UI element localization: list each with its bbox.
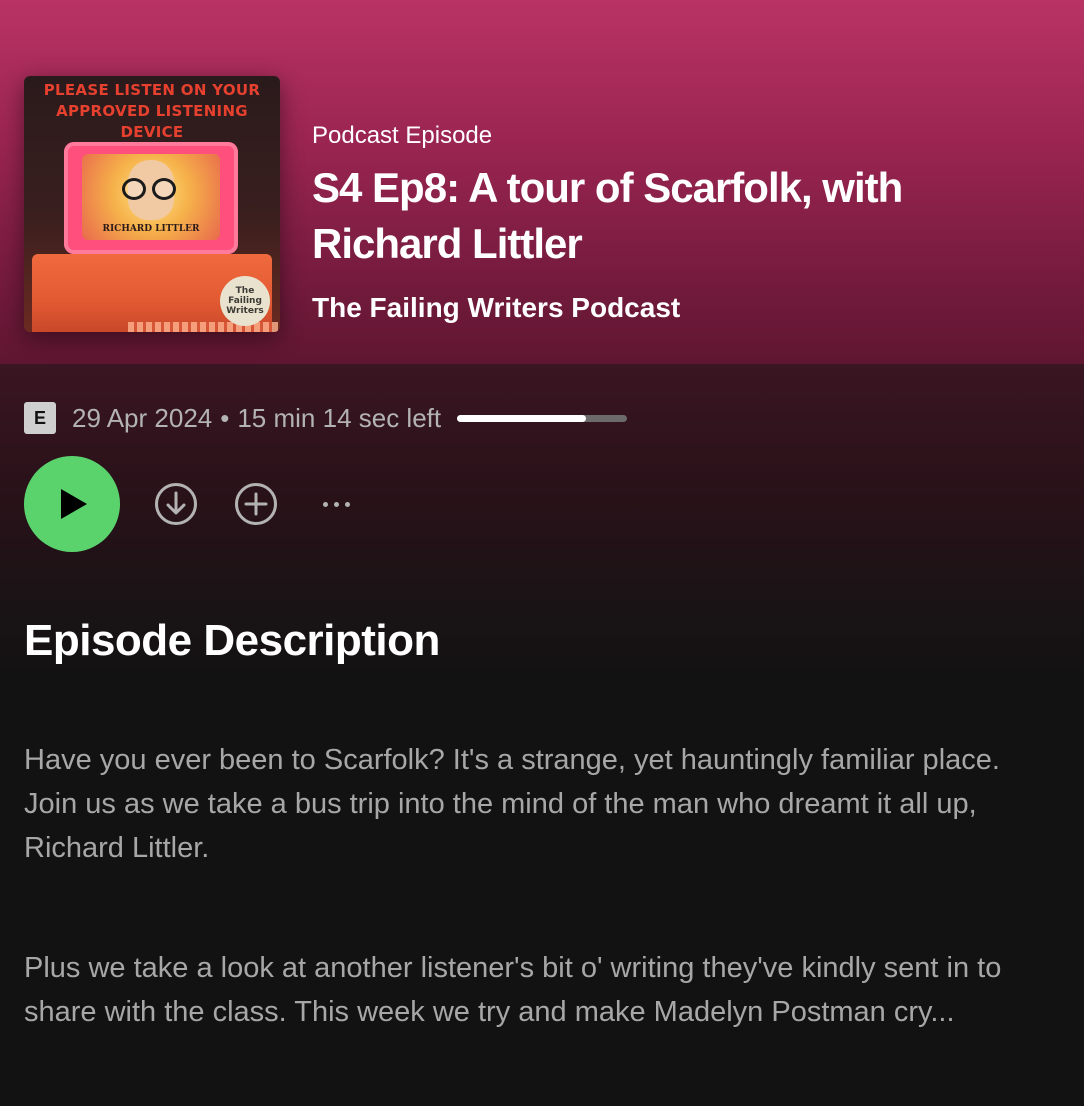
cover-banner-text: PLEASE LISTEN ON YOUR APPROVED LISTENING… <box>43 81 261 141</box>
cover-podcast-badge: The Failing Writers <box>220 276 270 326</box>
show-name-link[interactable]: The Failing Writers Podcast <box>312 292 680 324</box>
explicit-badge: E <box>24 402 56 434</box>
cover-glasses-right <box>152 178 176 200</box>
episode-meta-row: E 29 Apr 2024 • 15 min 14 sec left <box>24 402 628 434</box>
cover-monitor: RICHARD LITTLER <box>64 142 238 254</box>
cover-screen: RICHARD LITTLER <box>82 154 220 240</box>
more-dot <box>333 501 339 507</box>
download-icon[interactable] <box>154 482 198 526</box>
play-icon <box>61 489 87 519</box>
more-dot <box>344 501 350 507</box>
description-paragraph: Plus we take a look at another listener'… <box>24 952 1002 1028</box>
episode-title: S4 Ep8: A tour of Scarfolk, with Richard… <box>312 164 903 267</box>
episode-page: PLEASE LISTEN ON YOUR APPROVED LISTENING… <box>0 0 1084 1106</box>
description-paragraph: Have you ever been to Scarfolk? It's a s… <box>24 744 1000 864</box>
meta-separator: • <box>220 402 230 433</box>
more-options-icon[interactable] <box>312 482 360 526</box>
time-left: 15 min 14 sec left <box>237 402 442 433</box>
more-dot <box>322 501 328 507</box>
cover-glasses-left <box>122 178 146 200</box>
play-button[interactable] <box>24 456 120 552</box>
cover-monitor-name: RICHARD LITTLER <box>102 224 200 234</box>
episode-cover-art: PLEASE LISTEN ON YOUR APPROVED LISTENING… <box>24 76 280 332</box>
episode-date: 29 Apr 2024 <box>72 402 213 433</box>
episode-progress-bar <box>457 414 628 422</box>
add-icon[interactable] <box>234 482 278 526</box>
episode-type-label: Podcast Episode <box>312 122 493 149</box>
episode-description-heading: Episode Description <box>24 616 440 665</box>
episode-progress-fill <box>457 414 587 422</box>
